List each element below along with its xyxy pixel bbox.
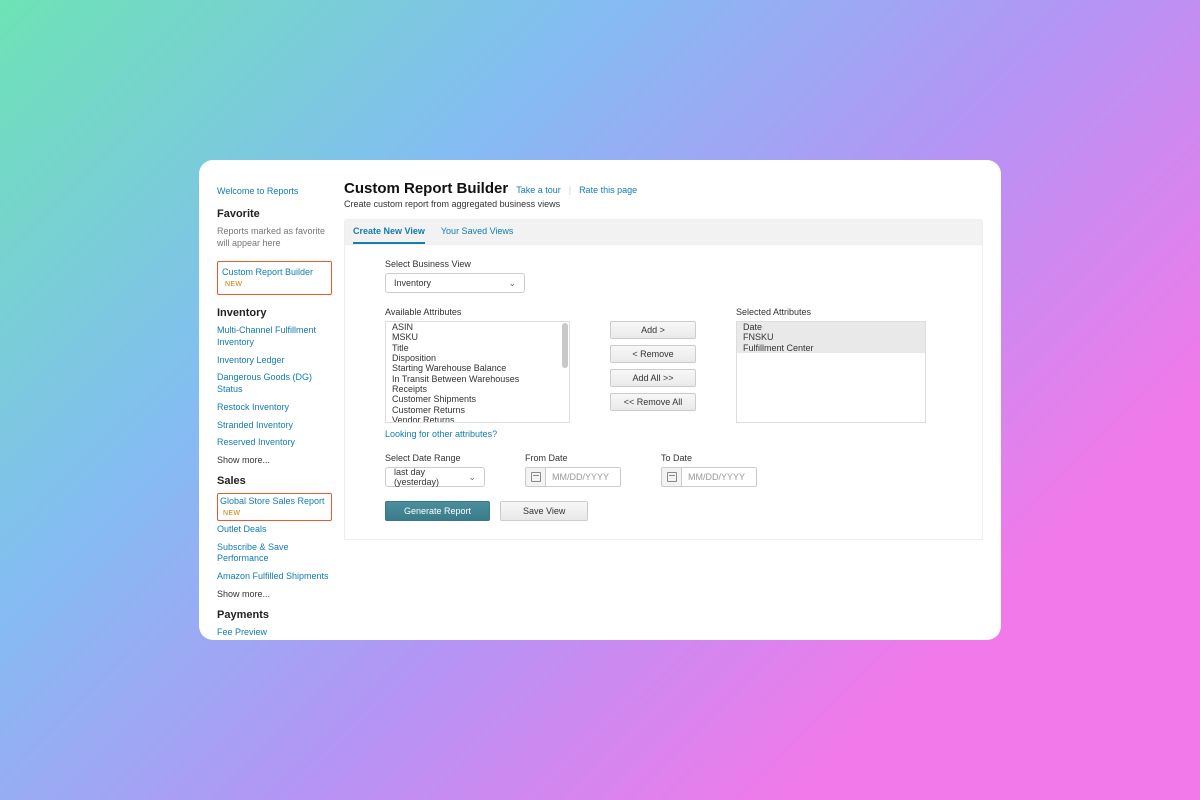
list-item[interactable]: Date bbox=[737, 322, 925, 332]
sidebar-item-amazon-fulfilled[interactable]: Amazon Fulfilled Shipments bbox=[217, 571, 332, 583]
remove-all-button[interactable]: << Remove All bbox=[610, 393, 696, 411]
transfer-buttons: Add > < Remove Add All >> << Remove All bbox=[610, 307, 696, 439]
list-item[interactable]: Starting Warehouse Balance bbox=[386, 363, 569, 373]
new-tag: NEW bbox=[223, 510, 240, 517]
business-view-value: Inventory bbox=[394, 278, 431, 288]
from-date-label: From Date bbox=[525, 453, 621, 463]
to-date-column: To Date MM/DD/YYYY bbox=[661, 453, 757, 487]
list-item[interactable]: Disposition bbox=[386, 353, 569, 363]
date-range-select[interactable]: last day (yesterday) ⌄ bbox=[385, 467, 485, 487]
calendar-icon bbox=[667, 472, 677, 482]
inventory-heading: Inventory bbox=[217, 307, 332, 319]
add-all-button[interactable]: Add All >> bbox=[610, 369, 696, 387]
custom-report-builder-link[interactable]: Custom Report Builder bbox=[222, 267, 313, 277]
available-label: Available Attributes bbox=[385, 307, 570, 317]
separator: | bbox=[569, 185, 571, 195]
sidebar-item-outlet-deals[interactable]: Outlet Deals bbox=[217, 524, 332, 536]
to-date-calendar-button[interactable] bbox=[661, 467, 681, 487]
inventory-show-more[interactable]: Show more... bbox=[217, 455, 332, 465]
custom-report-builder-highlight[interactable]: Custom Report Builder NEW bbox=[217, 261, 332, 295]
page-subtitle: Create custom report from aggregated bus… bbox=[344, 199, 983, 209]
date-range-column: Select Date Range last day (yesterday) ⌄ bbox=[385, 453, 485, 487]
from-date-calendar-button[interactable] bbox=[525, 467, 545, 487]
page-title: Custom Report Builder bbox=[344, 180, 508, 197]
list-item[interactable]: FNSKU bbox=[737, 332, 925, 342]
chevron-down-icon: ⌄ bbox=[468, 472, 476, 483]
sidebar-welcome-link[interactable]: Welcome to Reports bbox=[217, 186, 332, 196]
to-date-label: To Date bbox=[661, 453, 757, 463]
new-tag: NEW bbox=[225, 281, 242, 288]
rate-page-link[interactable]: Rate this page bbox=[579, 185, 637, 195]
date-range-value: last day (yesterday) bbox=[394, 467, 468, 487]
from-date-column: From Date MM/DD/YYYY bbox=[525, 453, 621, 487]
list-item[interactable]: Customer Shipments bbox=[386, 394, 569, 404]
form-panel: Select Business View Inventory ⌄ Availab… bbox=[344, 245, 983, 540]
global-store-highlight[interactable]: Global Store Sales Report NEW bbox=[217, 493, 332, 521]
from-date-input[interactable]: MM/DD/YYYY bbox=[545, 467, 621, 487]
list-item[interactable]: Receipts bbox=[386, 384, 569, 394]
list-item[interactable]: ASIN bbox=[386, 322, 569, 332]
main-content: Custom Report Builder Take a tour | Rate… bbox=[332, 172, 983, 628]
lookup-attributes-link[interactable]: Looking for other attributes? bbox=[385, 429, 570, 439]
calendar-icon bbox=[531, 472, 541, 482]
sidebar-item-inventory-ledger[interactable]: Inventory Ledger bbox=[217, 355, 332, 367]
add-button[interactable]: Add > bbox=[610, 321, 696, 339]
list-item[interactable]: MSKU bbox=[386, 332, 569, 342]
tabs: Create New View Your Saved Views bbox=[344, 219, 983, 245]
sidebar-item-reserved[interactable]: Reserved Inventory bbox=[217, 437, 332, 449]
list-item[interactable]: Fulfillment Center bbox=[737, 343, 925, 353]
business-view-select[interactable]: Inventory ⌄ bbox=[385, 273, 525, 293]
list-item[interactable]: Customer Returns bbox=[386, 405, 569, 415]
sidebar: Welcome to Reports Favorite Reports mark… bbox=[217, 172, 332, 628]
sidebar-item-restock[interactable]: Restock Inventory bbox=[217, 402, 332, 414]
favorite-note: Reports marked as favorite will appear h… bbox=[217, 226, 332, 249]
tab-create-new-view[interactable]: Create New View bbox=[353, 220, 425, 244]
date-range-label: Select Date Range bbox=[385, 453, 485, 463]
save-view-button[interactable]: Save View bbox=[500, 501, 588, 521]
sidebar-item-fee-preview[interactable]: Fee Preview bbox=[217, 627, 332, 639]
chevron-down-icon: ⌄ bbox=[508, 278, 516, 289]
available-attributes-column: Available Attributes ASIN MSKU Title Dis… bbox=[385, 307, 570, 439]
to-date-input[interactable]: MM/DD/YYYY bbox=[681, 467, 757, 487]
scrollbar[interactable] bbox=[562, 323, 568, 368]
generate-report-button[interactable]: Generate Report bbox=[385, 501, 490, 521]
sidebar-item-dg-status[interactable]: Dangerous Goods (DG) Status bbox=[217, 372, 332, 395]
sidebar-item-global-store[interactable]: Global Store Sales Report bbox=[220, 496, 325, 506]
list-item[interactable]: In Transit Between Warehouses bbox=[386, 374, 569, 384]
sidebar-item-multi-channel[interactable]: Multi-Channel Fulfillment Inventory bbox=[217, 325, 332, 348]
available-attributes-listbox[interactable]: ASIN MSKU Title Disposition Starting War… bbox=[385, 321, 570, 423]
sidebar-item-subscribe-save[interactable]: Subscribe & Save Performance bbox=[217, 542, 332, 565]
app-window: Welcome to Reports Favorite Reports mark… bbox=[199, 160, 1001, 640]
take-tour-link[interactable]: Take a tour bbox=[516, 185, 561, 195]
tab-saved-views[interactable]: Your Saved Views bbox=[441, 220, 514, 244]
payments-heading: Payments bbox=[217, 609, 332, 621]
remove-button[interactable]: < Remove bbox=[610, 345, 696, 363]
business-view-label: Select Business View bbox=[385, 259, 942, 269]
selected-attributes-listbox[interactable]: Date FNSKU Fulfillment Center bbox=[736, 321, 926, 423]
list-item[interactable]: Vendor Returns bbox=[386, 415, 569, 423]
selected-attributes-column: Selected Attributes Date FNSKU Fulfillme… bbox=[736, 307, 926, 439]
favorite-heading: Favorite bbox=[217, 208, 332, 220]
sales-show-more[interactable]: Show more... bbox=[217, 589, 332, 599]
list-item[interactable]: Title bbox=[386, 343, 569, 353]
selected-label: Selected Attributes bbox=[736, 307, 926, 317]
sidebar-item-stranded[interactable]: Stranded Inventory bbox=[217, 420, 332, 432]
sales-heading: Sales bbox=[217, 475, 332, 487]
